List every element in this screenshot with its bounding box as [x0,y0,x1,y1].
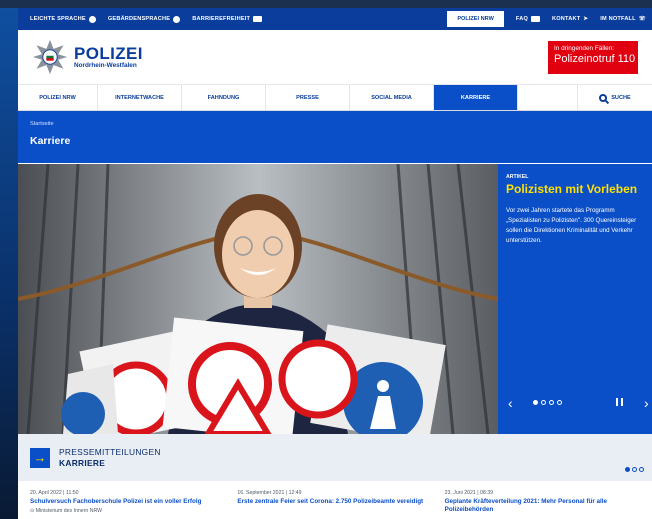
carousel-dots [533,400,562,405]
utility-bar: LEICHTE SPRACHE GEBÄRDENSPRACHE BARRIERE… [18,8,652,30]
news-item[interactable]: 23. Juni 2021 | 08:39 Geplante Kräftever… [445,490,640,519]
news-date: 23. Juni 2021 | 08:39 [444,490,494,496]
nav-item-social-media[interactable]: SOCIAL MEDIA [350,85,434,110]
search-icon [599,93,608,102]
gebaerdensprache-link[interactable]: GEBÄRDENSPRACHE [107,15,181,23]
search-button[interactable]: SUCHE [578,85,652,110]
send-icon: ➤ [583,16,589,22]
carousel-pause-icon[interactable] [616,398,623,406]
polizei-nrw-button[interactable]: POLIZEI NRW [447,11,504,27]
news-date: 20. April 2022 | 11:50 [30,490,79,496]
news-source: ⊙ Ministerium des Innern NRW [30,508,225,514]
carousel-dot[interactable] [541,400,546,405]
barrierefreiheit-link[interactable]: BARRIEREFREIHEIT [192,16,263,22]
nav-item-internetwache[interactable]: INTERNETWACHE [98,85,182,110]
press-page-dot[interactable] [639,467,644,472]
carousel-dot[interactable] [549,400,554,405]
press-page-dot[interactable] [632,467,637,472]
article-teaser: Vor zwei Jahren startete das Programm „S… [506,207,637,244]
news-headline[interactable]: Erste zentrale Feier seit Corona: 2.750 … [237,498,432,506]
featured-article[interactable]: ARTIKEL Polizisten mit Vorleben Vor zwei… [498,164,652,434]
press-page-dot[interactable] [625,467,630,472]
nav-item-fahndung[interactable]: FAHNDUNG [182,85,266,110]
nav-item-polizei-nrw[interactable]: POLIZEI NRW [18,85,98,110]
easy-language-icon [88,15,96,23]
emergency-number: Polizeinotruf 110 [554,52,636,65]
press-heading: PRESSEMITTEILUNGEN [59,447,161,457]
hero-photo[interactable] [18,164,498,434]
news-item[interactable]: 20. April 2022 | 11:50 Schulversuch Fach… [30,490,225,519]
phone-icon: ☏ [638,16,646,22]
press-subheading: KARRIERE [59,458,106,468]
police-officer-with-signs-image [18,164,498,434]
emergency-label: In dringenden Fällen: [554,44,615,52]
police-star-icon [32,39,68,75]
nav-item-presse[interactable]: PRESSE [266,85,350,110]
article-title[interactable]: Polizisten mit Vorleben [506,183,644,196]
news-headline[interactable]: Schulversuch Fachoberschule Polizei ist … [30,498,225,506]
page-title: Karriere [30,135,71,147]
page-header-band: Startseite Karriere [18,111,652,163]
util-label: GEBÄRDENSPRACHE [107,16,171,22]
im-notfall-link[interactable]: IM NOTFALL ☏ [600,16,646,22]
news-source-label: Ministerium des Innern NRW [35,507,103,514]
news-headline[interactable]: Geplante Kräfteverteilung 2021: Mehr Per… [445,498,640,513]
nav-item-empty [518,85,578,110]
leichte-sprache-link[interactable]: LEICHTE SPRACHE [30,15,96,23]
site-header: POLIZEI Nordrhein-Westfalen In dringende… [18,30,652,85]
police-logo[interactable]: POLIZEI Nordrhein-Westfalen [32,39,143,75]
util-label: IM NOTFALL [600,16,636,22]
carousel-dot[interactable] [533,400,538,405]
news-list: 20. April 2022 | 11:50 Schulversuch Fach… [18,481,652,519]
breadcrumb-startseite[interactable]: Startseite [30,121,640,127]
hero-carousel: ARTIKEL Polizisten mit Vorleben Vor zwei… [18,164,652,434]
kontakt-link[interactable]: KONTAKT ➤ [552,16,588,22]
webpage: LEICHTE SPRACHE GEBÄRDENSPRACHE BARRIERE… [18,8,652,519]
main-nav: POLIZEI NRW INTERNETWACHE FAHNDUNG PRESS… [18,85,652,111]
browser-top-strip [0,0,652,8]
util-label: KONTAKT [552,16,581,22]
nav-item-karriere[interactable]: KARRIERE [434,85,518,110]
faq-icon [531,16,541,22]
brand-title: POLIZEI [74,43,143,63]
carousel-prev-chevron-icon[interactable]: ‹ [508,395,513,411]
article-kicker: ARTIKEL [506,174,529,180]
carousel-next-chevron-icon[interactable]: › [644,395,649,411]
press-pagination [625,467,644,472]
util-label: FAQ [515,16,529,22]
sign-language-icon [173,15,181,23]
brand-subtitle: Nordrhein-Westfalen [74,61,137,69]
faq-link[interactable]: FAQ [515,16,541,22]
util-label: LEICHTE SPRACHE [30,16,86,22]
press-releases-section: → PRESSEMITTEILUNGEN KARRIERE [18,434,652,481]
news-item[interactable]: 16. September 2021 | 12:49 Erste zentral… [237,490,432,519]
carousel-dot[interactable] [557,400,562,405]
search-label: SUCHE [611,94,631,101]
emergency-call-box[interactable]: In dringenden Fällen: Polizeinotruf 110 [548,40,638,74]
news-date: 16. September 2021 | 12:49 [237,490,302,496]
util-label: BARRIEREFREIHEIT [192,16,251,22]
desktop-edge [0,8,18,519]
arrow-right-icon[interactable]: → [30,447,50,468]
accessibility-icon [253,16,263,22]
